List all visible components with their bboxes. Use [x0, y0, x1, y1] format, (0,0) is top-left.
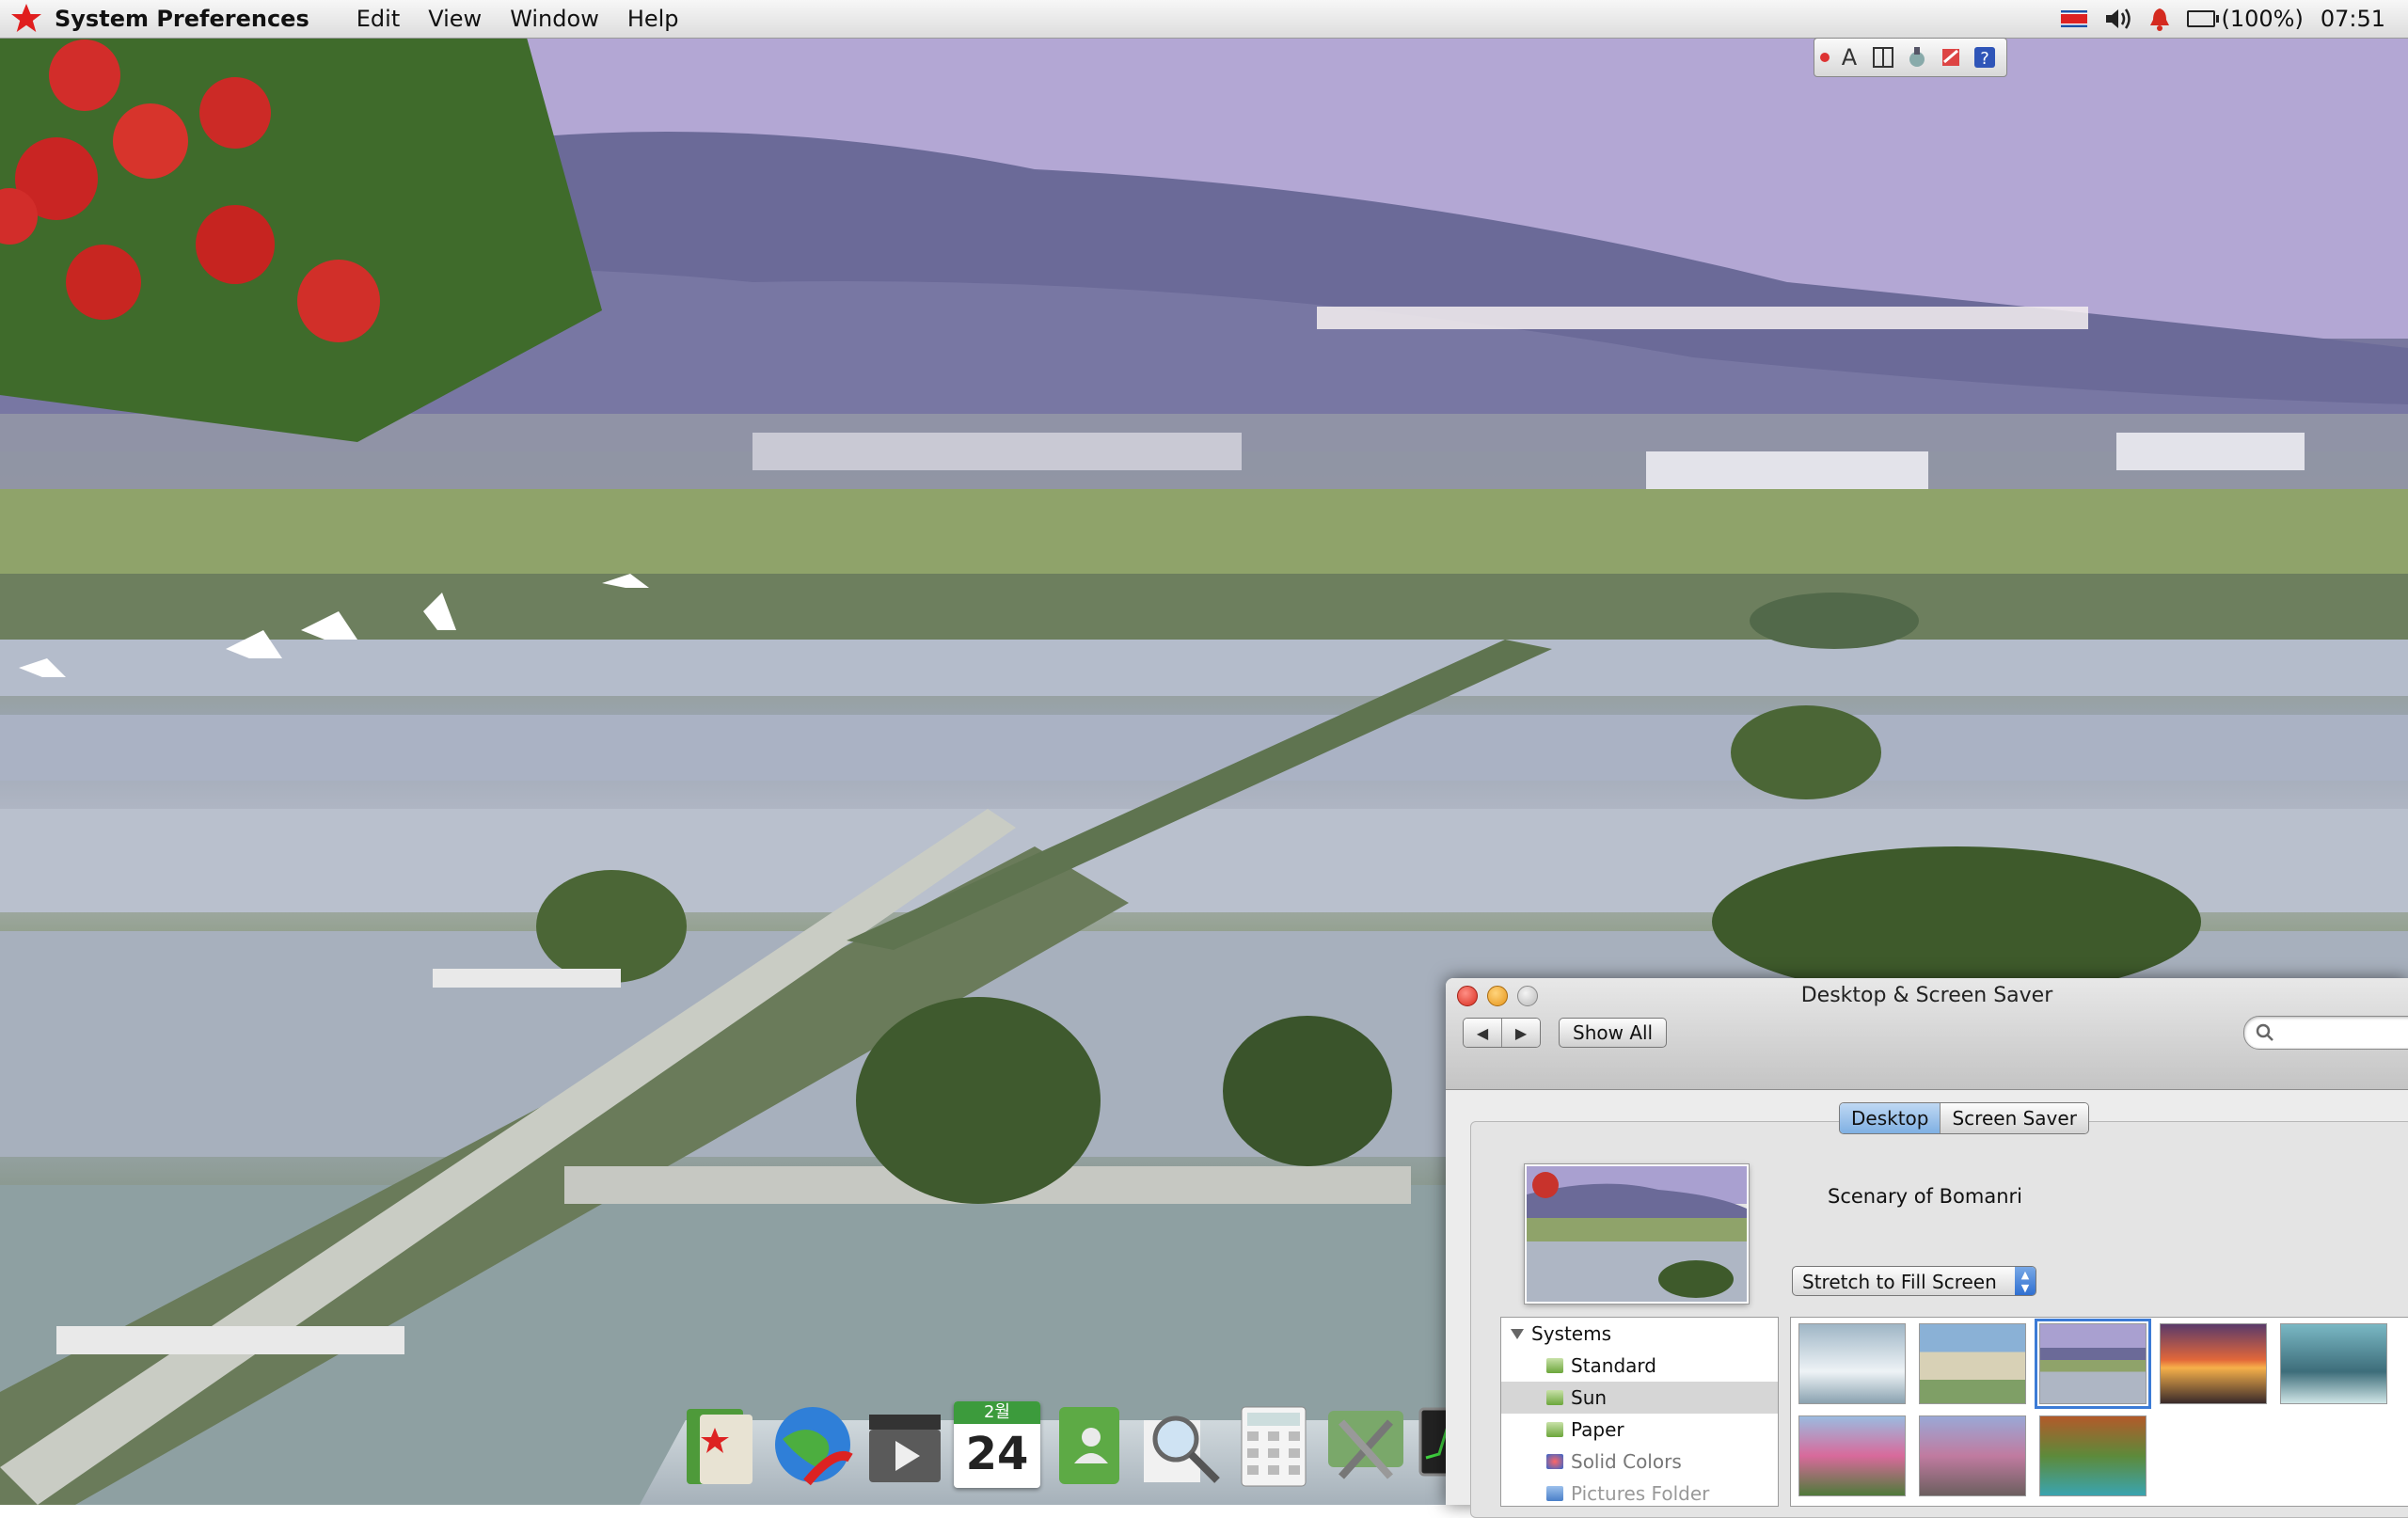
- menu-edit[interactable]: Edit: [356, 6, 400, 32]
- palette-close-icon[interactable]: [1820, 53, 1830, 62]
- source-item-pictures-folder[interactable]: Pictures Folder: [1501, 1478, 1778, 1506]
- folder-icon: [1546, 1486, 1563, 1501]
- show-all-button[interactable]: Show All: [1559, 1018, 1668, 1048]
- input-method-palette: A ?: [1814, 38, 2007, 77]
- color-wheel-icon: [1546, 1454, 1563, 1469]
- wallpaper-thumbnail[interactable]: [1798, 1415, 1906, 1496]
- current-wallpaper-preview: [1524, 1163, 1750, 1305]
- media-player-icon[interactable]: [862, 1401, 948, 1488]
- svg-text:?: ?: [1980, 49, 1989, 69]
- fit-mode-popup[interactable]: Stretch to Fill Screen ▲ ▼: [1792, 1266, 2036, 1296]
- picture-name-label: Scenary of Bomanri: [1828, 1185, 2022, 1208]
- source-group-systems[interactable]: Systems: [1501, 1318, 1778, 1350]
- back-forward-control: ◀ ▶: [1463, 1018, 1541, 1048]
- palette-panel-icon[interactable]: [1869, 43, 1897, 71]
- wallpaper-thumbnail[interactable]: [1919, 1415, 2026, 1496]
- palette-dictionary-icon[interactable]: [1937, 43, 1965, 71]
- menu-clock[interactable]: 07:51: [2321, 6, 2385, 32]
- window-title: Desktop & Screen Saver: [1800, 984, 2053, 1007]
- calendar-day: 24: [965, 1428, 1029, 1480]
- folder-icon: [1546, 1390, 1563, 1405]
- globe-browser-icon[interactable]: [769, 1401, 856, 1488]
- source-item-sun[interactable]: Sun: [1501, 1382, 1778, 1414]
- picture-source-list: Systems Standard Sun Paper Solid Colors …: [1500, 1317, 1779, 1507]
- fit-mode-value: Stretch to Fill Screen: [1802, 1271, 1997, 1293]
- menu-view[interactable]: View: [428, 6, 482, 32]
- palette-help-icon[interactable]: ?: [1971, 43, 1999, 71]
- source-item-standard[interactable]: Standard: [1501, 1350, 1778, 1382]
- notification-bell-icon[interactable]: [2149, 7, 2170, 31]
- menu-help[interactable]: Help: [627, 6, 679, 32]
- source-label: Sun: [1571, 1386, 1608, 1409]
- back-button[interactable]: ◀: [1464, 1019, 1501, 1047]
- wallpaper-thumbnail[interactable]: [2160, 1323, 2267, 1404]
- battery-icon: [2187, 10, 2220, 27]
- wallpaper-thumbnail-selected[interactable]: [2035, 1319, 2151, 1409]
- source-label: Systems: [1531, 1322, 1611, 1345]
- battery-percent: (100%): [2221, 6, 2304, 32]
- source-label: Paper: [1571, 1418, 1624, 1441]
- folder-icon: [1546, 1358, 1563, 1373]
- menu-bar: System Preferences Edit View Window Help…: [0, 0, 2408, 39]
- calendar-icon[interactable]: 2월 24: [954, 1401, 1040, 1488]
- red-star-book-icon[interactable]: [677, 1401, 764, 1488]
- volume-icon[interactable]: [2104, 7, 2132, 31]
- source-label: Solid Colors: [1571, 1450, 1682, 1473]
- tab-desktop[interactable]: Desktop: [1840, 1103, 1941, 1133]
- wallpaper-thumbnail[interactable]: [1798, 1323, 1906, 1404]
- disclosure-triangle-icon[interactable]: [1511, 1328, 1524, 1339]
- address-book-icon[interactable]: [1046, 1401, 1133, 1488]
- source-label: Standard: [1571, 1354, 1656, 1377]
- wallpaper-thumbnail[interactable]: [2039, 1415, 2147, 1496]
- popup-arrows-icon: ▲ ▼: [2015, 1267, 2036, 1295]
- wallpaper-thumbnail[interactable]: [2280, 1323, 2387, 1404]
- app-menu[interactable]: System Preferences: [55, 6, 309, 32]
- tab-screen-saver[interactable]: Screen Saver: [1940, 1103, 2088, 1133]
- window-titlebar: Desktop & Screen Saver ◀ ▶ Show All: [1446, 978, 2408, 1090]
- calendar-month: 2월: [954, 1401, 1040, 1424]
- desktop-screensaver-window: Desktop & Screen Saver ◀ ▶ Show All Desk…: [1446, 978, 2408, 1518]
- folder-icon: [1546, 1422, 1563, 1437]
- utilities-icon[interactable]: [1323, 1401, 1409, 1488]
- search-magnifier-icon[interactable]: [1138, 1401, 1225, 1488]
- search-field[interactable]: [2243, 1016, 2408, 1050]
- red-star-menu-icon[interactable]: [8, 0, 45, 38]
- input-source-flag-icon[interactable]: [2061, 10, 2088, 27]
- wallpaper-thumbnail-grid: [1790, 1317, 2408, 1507]
- palette-letter-button[interactable]: A: [1835, 43, 1863, 71]
- tab-bar: Desktop Screen Saver: [1839, 1102, 2089, 1134]
- battery-status[interactable]: (100%): [2187, 6, 2304, 32]
- palette-tool-icon[interactable]: [1903, 43, 1931, 71]
- source-label: Pictures Folder: [1571, 1482, 1710, 1505]
- forward-button[interactable]: ▶: [1501, 1019, 1540, 1047]
- menu-extras: (100%) 07:51: [2061, 0, 2385, 38]
- search-icon: [2256, 1023, 2273, 1041]
- menu-window[interactable]: Window: [510, 6, 599, 32]
- wallpaper-thumbnail[interactable]: [1919, 1323, 2026, 1404]
- source-item-solid-colors[interactable]: Solid Colors: [1501, 1446, 1778, 1478]
- source-item-paper[interactable]: Paper: [1501, 1414, 1778, 1446]
- calculator-icon[interactable]: [1230, 1401, 1317, 1488]
